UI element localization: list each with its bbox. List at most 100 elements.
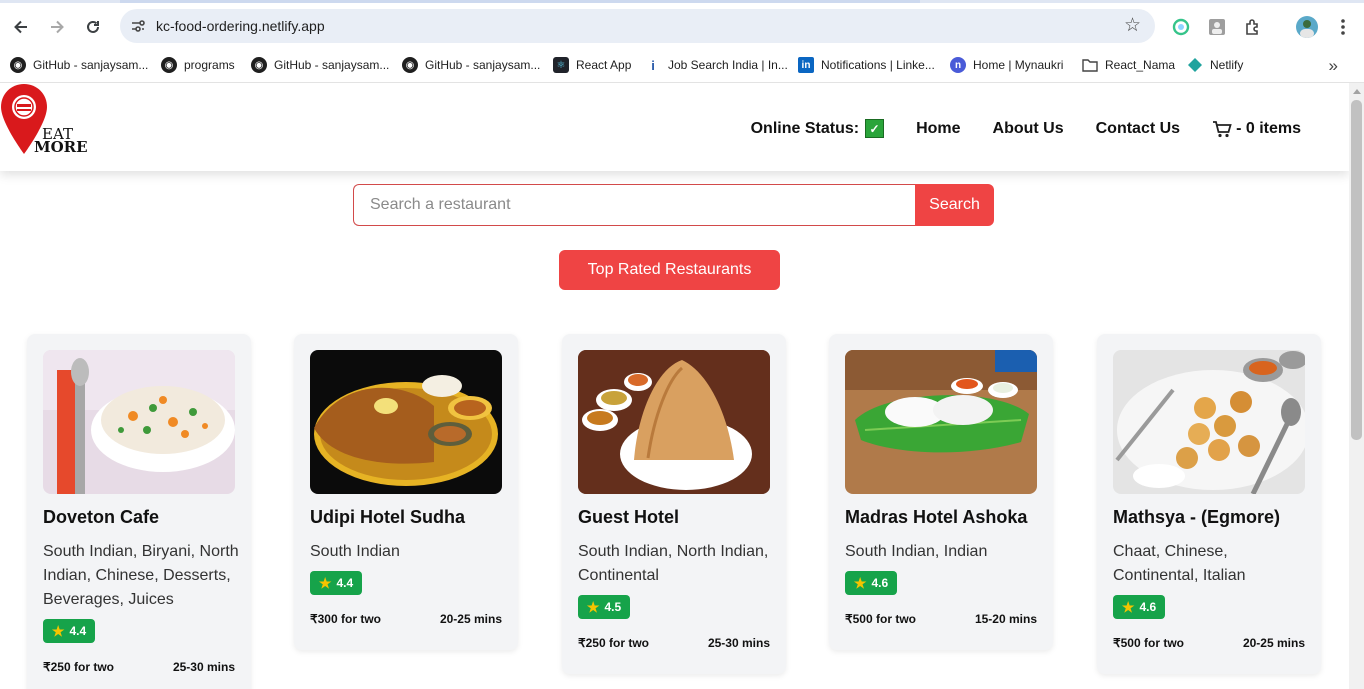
bookmark-label: Job Search India | In... [668,58,788,72]
site-header: EAT MORE Online Status: ✓ Home About Us … [0,83,1349,171]
cost-for-two: ₹500 for two [845,612,916,626]
folder-icon [1082,57,1098,73]
page-viewport: EAT MORE Online Status: ✓ Home About Us … [0,83,1349,689]
rating-value: 4.4 [69,624,87,638]
restaurant-card[interactable]: Madras Hotel Ashoka South Indian, Indian… [829,334,1053,650]
bookmark-item[interactable]: ◉ programs [161,55,235,75]
online-status-check-icon: ✓ [865,119,885,138]
bookmarks-overflow-icon[interactable]: » [1329,56,1338,76]
scrollbar-thumb[interactable] [1351,100,1362,440]
online-status: Online Status: ✓ [751,119,885,138]
bookmark-item[interactable]: React_Nama [1082,55,1175,75]
extension-icon[interactable] [1171,17,1191,37]
url-text[interactable]: kc-food-ordering.netlify.app [156,18,325,34]
bookmark-label: GitHub - sanjaysam... [425,58,541,72]
delivery-time: 25-30 mins [707,636,770,650]
restaurant-image [578,350,770,494]
restaurant-name: Udipi Hotel Sudha [310,507,465,527]
reload-button[interactable] [79,13,107,41]
cost-for-two: ₹250 for two [578,636,649,650]
rating-value: 4.4 [336,576,354,590]
restaurant-image [310,350,502,494]
search-bar: Search [353,184,994,226]
search-button[interactable]: Search [915,184,994,226]
delivery-time: 25-30 mins [172,660,235,674]
delivery-time: 15-20 mins [974,612,1037,626]
scroll-up-arrow-icon[interactable] [1353,89,1361,94]
bookmark-item[interactable]: ◉ GitHub - sanjaysam... [402,55,540,75]
react-icon: ⚛ [553,57,569,73]
logo-text-more: MORE [34,138,88,156]
bookmark-label: Home | Mynaukri [973,58,1064,72]
bookmark-item[interactable]: Netlify [1187,55,1243,75]
restaurant-image [845,350,1037,494]
search-input[interactable] [353,184,931,226]
extensions-puzzle-icon[interactable] [1243,17,1263,37]
nav-about-link[interactable]: About Us [993,120,1064,138]
restaurant-card[interactable]: Udipi Hotel Sudha South Indian ★ 4.4 ₹300… [294,334,518,650]
browser-toolbar: kc-food-ordering.netlify.app ☆ [0,3,1364,48]
forward-button[interactable] [43,13,71,41]
restaurant-cuisines: South Indian, North Indian, Continental [578,543,769,584]
rating-badge: ★ 4.6 [1113,595,1165,619]
restaurant-cuisines: South Indian [310,543,400,560]
restaurant-cuisines: South Indian, Biryani, North Indian, Chi… [43,543,239,608]
profile-extension-icon[interactable] [1207,17,1227,37]
top-rated-button[interactable]: Top Rated Restaurants [559,250,780,290]
restaurant-image [43,350,235,494]
rating-value: 4.6 [1139,600,1157,614]
address-bar[interactable]: kc-food-ordering.netlify.app ☆ [120,9,1155,43]
delivery-time: 20-25 mins [439,612,502,626]
menu-dots-icon[interactable] [1333,17,1353,37]
restaurant-card[interactable]: Guest Hotel South Indian, North Indian, … [562,334,786,674]
bookmark-item[interactable]: ◉ GitHub - sanjaysam... [10,55,148,75]
cost-for-two: ₹500 for two [1113,636,1184,650]
arrow-right-icon [51,20,64,34]
star-icon: ★ [853,574,867,591]
restaurant-cuisines: South Indian, Indian [845,543,988,560]
cost-for-two: ₹300 for two [310,612,381,626]
bookmark-star-icon[interactable]: ☆ [1124,14,1141,37]
bookmark-label: React_Nama [1105,58,1176,72]
bookmark-item[interactable]: n Home | Mynaukri [950,55,1063,75]
naukri-icon: n [950,57,966,73]
github-icon: ◉ [161,57,177,73]
bookmark-label: programs [184,58,235,72]
nav-home-link[interactable]: Home [916,120,960,138]
bookmark-label: Netlify [1210,58,1244,72]
restaurant-card[interactable]: Mathsya - (Egmore) Chaat, Chinese, Conti… [1097,334,1321,674]
cart-count: - 0 items [1236,119,1301,137]
github-icon: ◉ [402,57,418,73]
back-button[interactable] [7,13,35,41]
rating-badge: ★ 4.4 [310,571,362,595]
bookmark-item[interactable]: ⚛ React App [553,55,631,75]
cart-link[interactable]: - 0 items [1212,120,1301,138]
restaurant-name: Guest Hotel [578,507,680,527]
restaurant-cuisines: Chaat, Chinese, Continental, Italian [1113,543,1246,584]
bookmark-item[interactable]: i Job Search India | In... [645,55,788,75]
delivery-time: 20-25 mins [1242,636,1305,650]
restaurant-image [1113,350,1305,494]
star-icon: ★ [1121,598,1135,615]
bookmark-item[interactable]: in Notifications | Linke... [798,55,935,75]
bookmark-label: GitHub - sanjaysam... [33,58,149,72]
bookmarks-bar: ◉ GitHub - sanjaysam... ◉ programs ◉ GitHub… [0,48,1364,83]
star-icon: ★ [51,622,65,639]
arrow-left-icon [14,20,27,34]
github-icon: ◉ [10,57,26,73]
avatar[interactable] [1296,16,1318,38]
bookmark-label: Notifications | Linke... [821,58,935,72]
restaurant-name: Madras Hotel Ashoka [845,507,1028,527]
netlify-icon [1187,57,1203,73]
restaurant-card[interactable]: Doveton Cafe South Indian, Biryani, Nort… [27,334,251,689]
bookmark-item[interactable]: ◉ GitHub - sanjaysam... [251,55,389,75]
logo[interactable]: EAT MORE [0,83,90,163]
nav-links: Online Status: ✓ Home About Us Contact U… [751,119,1301,138]
cart-icon [1213,120,1232,137]
github-icon: ◉ [251,57,267,73]
nav-contact-link[interactable]: Contact Us [1096,120,1180,138]
site-info-icon[interactable] [128,16,148,36]
rating-value: 4.6 [871,576,889,590]
linkedin-icon: in [798,57,814,73]
page-scrollbar[interactable] [1349,83,1364,689]
